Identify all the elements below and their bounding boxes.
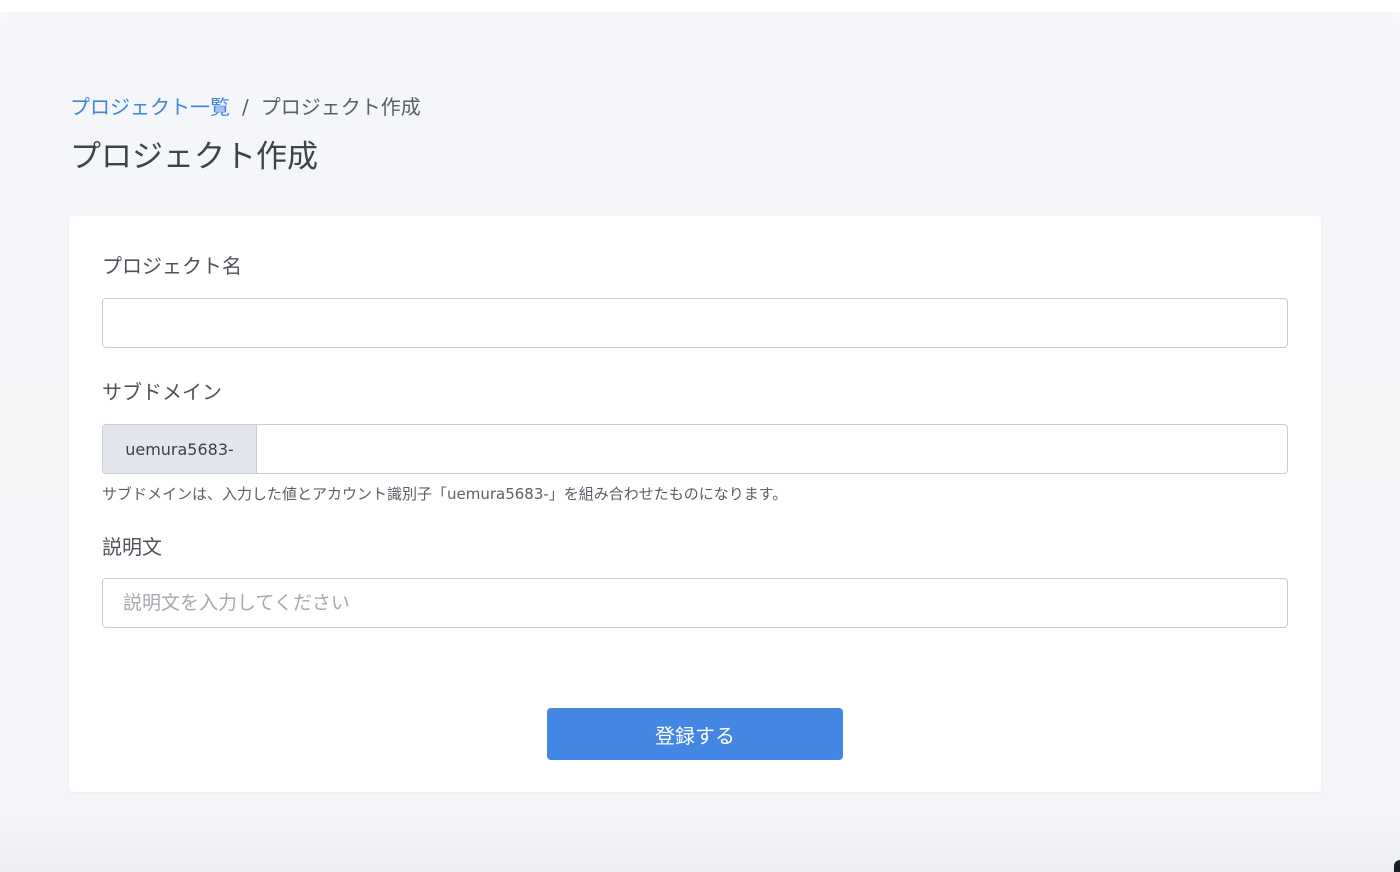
breadcrumb-current: プロジェクト作成 <box>260 95 421 119</box>
breadcrumb: プロジェクト一覧 / プロジェクト作成 <box>70 94 421 120</box>
subdomain-help-text: サブドメインは、入力した値とアカウント識別子「uemura5683-」を組み合わ… <box>102 485 788 503</box>
subdomain-input[interactable] <box>257 425 1287 473</box>
project-name-input[interactable] <box>102 298 1288 348</box>
project-name-label: プロジェクト名 <box>102 254 242 278</box>
breadcrumb-project-list-link[interactable]: プロジェクト一覧 <box>70 95 230 119</box>
subdomain-input-group: uemura5683- <box>102 424 1288 474</box>
project-create-form: プロジェクト名 サブドメイン uemura5683- サブドメインは、入力した値… <box>69 216 1321 792</box>
description-label: 説明文 <box>102 535 162 559</box>
window-corner <box>1394 860 1400 872</box>
subdomain-label: サブドメイン <box>102 380 222 404</box>
register-button[interactable]: 登録する <box>547 708 843 760</box>
subdomain-prefix: uemura5683- <box>103 425 257 473</box>
top-header-bar <box>0 0 1400 12</box>
description-input[interactable] <box>102 578 1288 628</box>
page-title: プロジェクト作成 <box>70 139 318 175</box>
page: プロジェクト一覧 / プロジェクト作成 プロジェクト作成 プロジェクト名 サブドメイ… <box>0 0 1400 872</box>
breadcrumb-separator: / <box>242 95 249 119</box>
